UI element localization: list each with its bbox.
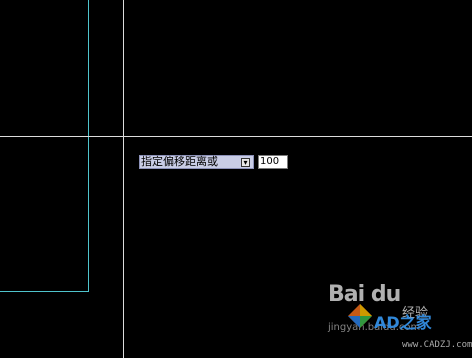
offset-distance-input[interactable]: 100 bbox=[258, 155, 288, 169]
dynamic-input-tooltip: 指定偏移距离或 ▾ 100 bbox=[139, 155, 288, 169]
cad-home-logo-icon bbox=[348, 304, 372, 328]
drawn-line-horizontal[interactable] bbox=[0, 291, 89, 292]
drawing-canvas[interactable]: 指定偏移距离或 ▾ 100 Bai du 经验 jingyan.baidu.co… bbox=[0, 0, 472, 358]
crosshair-horizontal bbox=[0, 136, 472, 137]
prompt-text: 指定偏移距离或 bbox=[141, 155, 218, 168]
crosshair-vertical bbox=[123, 0, 124, 358]
watermark-site: www.CADZJ.com bbox=[402, 340, 472, 350]
dropdown-arrow-icon[interactable]: ▾ bbox=[241, 157, 250, 167]
watermark-logo-text: AD之家 bbox=[374, 313, 432, 332]
watermark: Bai du 经验 jingyan.baidu.com AD之家 www.CAD… bbox=[328, 282, 472, 358]
dynamic-input-prompt[interactable]: 指定偏移距离或 ▾ bbox=[139, 155, 254, 169]
drawn-line-vertical[interactable] bbox=[88, 0, 89, 292]
